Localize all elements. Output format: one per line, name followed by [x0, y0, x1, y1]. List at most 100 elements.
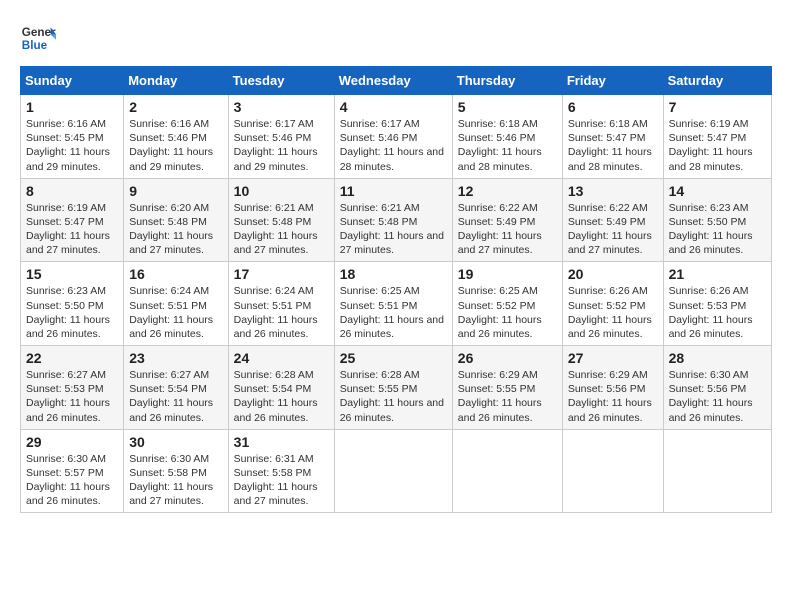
calendar-cell: 25Sunrise: 6:28 AMSunset: 5:55 PMDayligh… [334, 346, 452, 430]
calendar-cell: 23Sunrise: 6:27 AMSunset: 5:54 PMDayligh… [124, 346, 228, 430]
day-info: Sunrise: 6:19 AMSunset: 5:47 PMDaylight:… [669, 117, 766, 174]
calendar-cell: 8 Sunrise: 6:19 AMSunset: 5:47 PMDaylight… [21, 178, 124, 262]
calendar-cell: 12 Sunrise: 6:22 AMSunset: 5:49 PMDayligh… [452, 178, 562, 262]
day-info: Sunrise: 6:23 AMSunset: 5:50 PMDaylight:… [26, 284, 118, 341]
day-info: Sunrise: 6:16 AMSunset: 5:46 PMDaylight:… [129, 117, 222, 174]
day-info: Sunrise: 6:21 AMSunset: 5:48 PMDaylight:… [234, 201, 329, 258]
calendar-cell: 18 Sunrise: 6:25 AMSunset: 5:51 PMDayligh… [334, 262, 452, 346]
logo-icon: General Blue [20, 20, 56, 56]
day-number: 26 [458, 350, 557, 366]
day-number: 6 [568, 99, 658, 115]
day-info: Sunrise: 6:30 AMSunset: 5:56 PMDaylight:… [669, 368, 766, 425]
day-number: 24 [234, 350, 329, 366]
calendar-cell: 30 Sunrise: 6:30 AMSunset: 5:58 PMDayligh… [124, 429, 228, 513]
day-number: 16 [129, 266, 222, 282]
day-info: Sunrise: 6:18 AMSunset: 5:47 PMDaylight:… [568, 117, 658, 174]
day-number: 14 [669, 183, 766, 199]
weekday-header-monday: Monday [124, 67, 228, 95]
calendar-cell [334, 429, 452, 513]
calendar-cell: 20 Sunrise: 6:26 AMSunset: 5:52 PMDayligh… [562, 262, 663, 346]
day-info: Sunrise: 6:23 AMSunset: 5:50 PMDaylight:… [669, 201, 766, 258]
day-info: Sunrise: 6:24 AMSunset: 5:51 PMDaylight:… [234, 284, 329, 341]
calendar-cell: 9 Sunrise: 6:20 AMSunset: 5:48 PMDaylight… [124, 178, 228, 262]
day-number: 31 [234, 434, 329, 450]
calendar-cell: 17Sunrise: 6:24 AMSunset: 5:51 PMDayligh… [228, 262, 334, 346]
calendar-week-3: 15 Sunrise: 6:23 AMSunset: 5:50 PMDayligh… [21, 262, 772, 346]
calendar-cell: 6 Sunrise: 6:18 AMSunset: 5:47 PMDaylight… [562, 95, 663, 179]
svg-text:Blue: Blue [22, 39, 48, 52]
day-info: Sunrise: 6:22 AMSunset: 5:49 PMDaylight:… [568, 201, 658, 258]
calendar-week-4: 22Sunrise: 6:27 AMSunset: 5:53 PMDayligh… [21, 346, 772, 430]
calendar-cell: 1 Sunrise: 6:16 AMSunset: 5:45 PMDaylight… [21, 95, 124, 179]
day-number: 1 [26, 99, 118, 115]
day-number: 25 [340, 350, 447, 366]
calendar-week-1: 1 Sunrise: 6:16 AMSunset: 5:45 PMDaylight… [21, 95, 772, 179]
day-info: Sunrise: 6:25 AMSunset: 5:52 PMDaylight:… [458, 284, 557, 341]
weekday-header-sunday: Sunday [21, 67, 124, 95]
day-number: 5 [458, 99, 557, 115]
weekday-header-tuesday: Tuesday [228, 67, 334, 95]
day-number: 18 [340, 266, 447, 282]
calendar-cell: 26 Sunrise: 6:29 AMSunset: 5:55 PMDayligh… [452, 346, 562, 430]
day-info: Sunrise: 6:18 AMSunset: 5:46 PMDaylight:… [458, 117, 557, 174]
day-info: Sunrise: 6:17 AMSunset: 5:46 PMDaylight:… [234, 117, 329, 174]
calendar-cell: 29Sunrise: 6:30 AMSunset: 5:57 PMDayligh… [21, 429, 124, 513]
day-number: 2 [129, 99, 222, 115]
day-info: Sunrise: 6:21 AMSunset: 5:48 PMDaylight:… [340, 201, 447, 258]
day-info: Sunrise: 6:16 AMSunset: 5:45 PMDaylight:… [26, 117, 118, 174]
calendar-cell: 4 Sunrise: 6:17 AMSunset: 5:46 PMDaylight… [334, 95, 452, 179]
calendar-cell: 10Sunrise: 6:21 AMSunset: 5:48 PMDayligh… [228, 178, 334, 262]
day-number: 27 [568, 350, 658, 366]
day-number: 12 [458, 183, 557, 199]
day-number: 3 [234, 99, 329, 115]
calendar-cell: 14 Sunrise: 6:23 AMSunset: 5:50 PMDayligh… [663, 178, 771, 262]
calendar-cell: 24 Sunrise: 6:28 AMSunset: 5:54 PMDayligh… [228, 346, 334, 430]
calendar-table: SundayMondayTuesdayWednesdayThursdayFrid… [20, 66, 772, 513]
calendar-week-2: 8 Sunrise: 6:19 AMSunset: 5:47 PMDaylight… [21, 178, 772, 262]
day-number: 8 [26, 183, 118, 199]
calendar-cell: 22Sunrise: 6:27 AMSunset: 5:53 PMDayligh… [21, 346, 124, 430]
calendar-cell: 16Sunrise: 6:24 AMSunset: 5:51 PMDayligh… [124, 262, 228, 346]
day-info: Sunrise: 6:17 AMSunset: 5:46 PMDaylight:… [340, 117, 447, 174]
weekday-header-saturday: Saturday [663, 67, 771, 95]
day-info: Sunrise: 6:26 AMSunset: 5:53 PMDaylight:… [669, 284, 766, 341]
calendar-cell: 15 Sunrise: 6:23 AMSunset: 5:50 PMDayligh… [21, 262, 124, 346]
day-info: Sunrise: 6:28 AMSunset: 5:54 PMDaylight:… [234, 368, 329, 425]
day-number: 9 [129, 183, 222, 199]
weekday-header-friday: Friday [562, 67, 663, 95]
calendar-cell [452, 429, 562, 513]
day-number: 4 [340, 99, 447, 115]
calendar-cell: 5 Sunrise: 6:18 AMSunset: 5:46 PMDaylight… [452, 95, 562, 179]
weekday-header-wednesday: Wednesday [334, 67, 452, 95]
day-info: Sunrise: 6:30 AMSunset: 5:57 PMDaylight:… [26, 452, 118, 509]
day-number: 30 [129, 434, 222, 450]
day-info: Sunrise: 6:29 AMSunset: 5:55 PMDaylight:… [458, 368, 557, 425]
weekday-header-thursday: Thursday [452, 67, 562, 95]
calendar-cell: 27 Sunrise: 6:29 AMSunset: 5:56 PMDayligh… [562, 346, 663, 430]
day-info: Sunrise: 6:30 AMSunset: 5:58 PMDaylight:… [129, 452, 222, 509]
day-number: 13 [568, 183, 658, 199]
calendar-cell: 21Sunrise: 6:26 AMSunset: 5:53 PMDayligh… [663, 262, 771, 346]
day-number: 15 [26, 266, 118, 282]
calendar-cell [663, 429, 771, 513]
day-info: Sunrise: 6:26 AMSunset: 5:52 PMDaylight:… [568, 284, 658, 341]
page-header: General Blue [20, 20, 772, 56]
calendar-cell: 28 Sunrise: 6:30 AMSunset: 5:56 PMDayligh… [663, 346, 771, 430]
calendar-cell: 11 Sunrise: 6:21 AMSunset: 5:48 PMDayligh… [334, 178, 452, 262]
day-info: Sunrise: 6:22 AMSunset: 5:49 PMDaylight:… [458, 201, 557, 258]
calendar-cell [562, 429, 663, 513]
day-number: 28 [669, 350, 766, 366]
day-number: 20 [568, 266, 658, 282]
day-number: 19 [458, 266, 557, 282]
logo: General Blue [20, 20, 56, 56]
calendar-week-5: 29Sunrise: 6:30 AMSunset: 5:57 PMDayligh… [21, 429, 772, 513]
day-info: Sunrise: 6:27 AMSunset: 5:54 PMDaylight:… [129, 368, 222, 425]
day-number: 11 [340, 183, 447, 199]
day-info: Sunrise: 6:19 AMSunset: 5:47 PMDaylight:… [26, 201, 118, 258]
day-info: Sunrise: 6:27 AMSunset: 5:53 PMDaylight:… [26, 368, 118, 425]
day-info: Sunrise: 6:29 AMSunset: 5:56 PMDaylight:… [568, 368, 658, 425]
day-info: Sunrise: 6:25 AMSunset: 5:51 PMDaylight:… [340, 284, 447, 341]
day-info: Sunrise: 6:20 AMSunset: 5:48 PMDaylight:… [129, 201, 222, 258]
day-number: 7 [669, 99, 766, 115]
calendar-cell: 19 Sunrise: 6:25 AMSunset: 5:52 PMDayligh… [452, 262, 562, 346]
